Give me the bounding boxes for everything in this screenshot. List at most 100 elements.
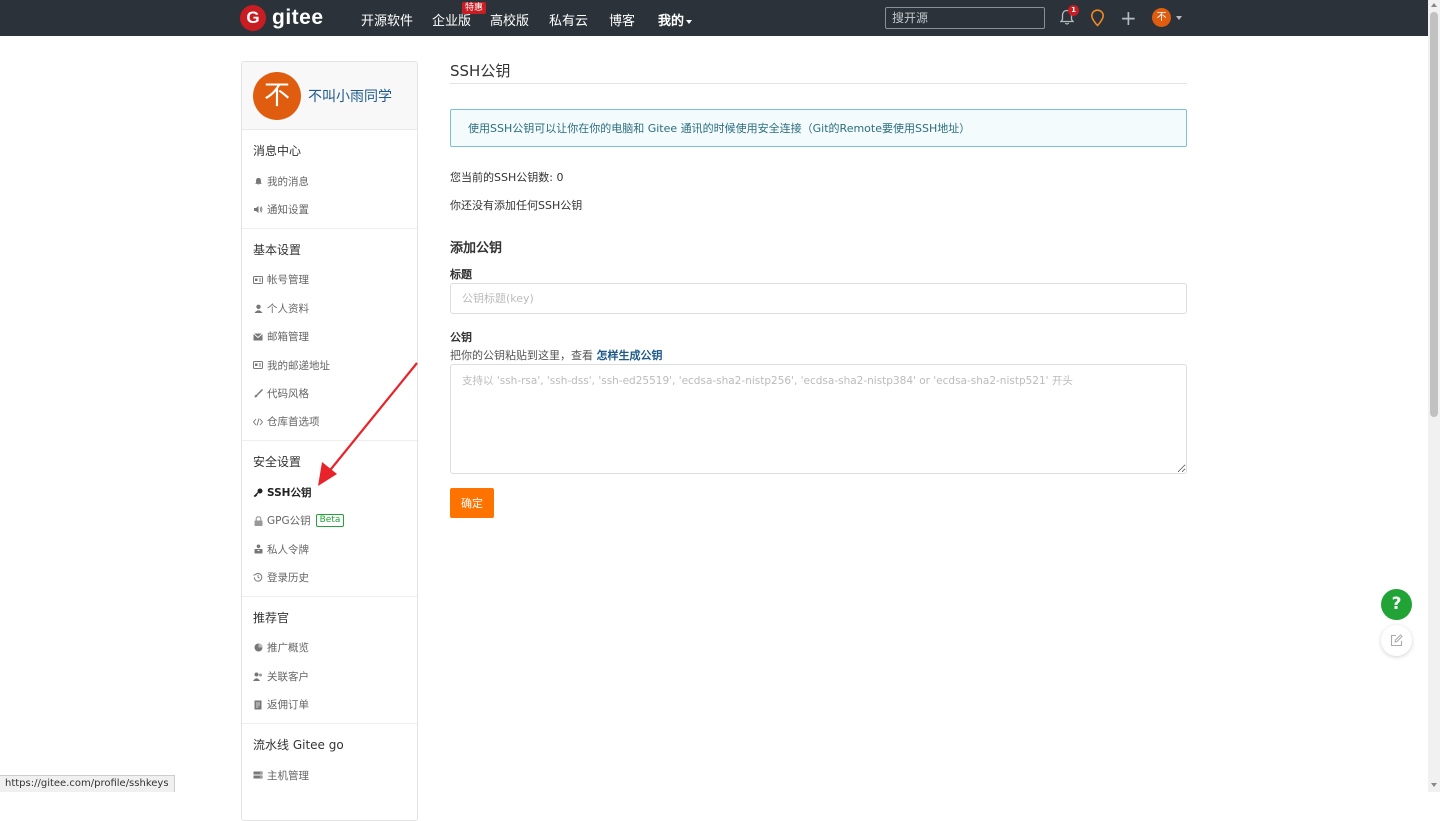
nav-mine-label: 我的 [658, 14, 685, 29]
submit-button[interactable]: 确定 [450, 488, 494, 518]
sidebar-item-profile[interactable]: 个人资料 [242, 294, 417, 322]
link-status-bar: https://gitee.com/profile/sshkeys [0, 775, 175, 792]
server-icon [253, 770, 263, 780]
key-icon [253, 487, 263, 497]
nav-education[interactable]: 高校版 [490, 10, 529, 29]
token-icon [253, 544, 263, 554]
scroll-down-arrow-icon[interactable] [1431, 783, 1437, 787]
title-label: 标题 [450, 268, 472, 281]
sidebar-item-label: 代码风格 [267, 388, 309, 401]
user-avatar[interactable]: 不 [1152, 8, 1171, 27]
location-pin-icon[interactable] [1090, 9, 1105, 27]
gitee-logo[interactable]: G gitee [240, 5, 324, 31]
sidebar-item-label: 我的消息 [267, 175, 309, 188]
sidebar-item-address[interactable]: 我的邮递地址 [242, 351, 417, 379]
sidebar-item-commission-orders[interactable]: 返佣订单 [242, 690, 417, 718]
nav-open-source[interactable]: 开源软件 [361, 10, 413, 29]
sidebar-item-label: SSH公钥 [267, 486, 312, 499]
lock-icon [253, 515, 263, 526]
sidebar-item-label: 个人资料 [267, 302, 309, 315]
sidebar-item-label: 邮箱管理 [267, 331, 309, 344]
info-text: 使用SSH公钥可以让你在你的电脑和 Gitee 通讯的时候使用安全连接（Git的… [468, 122, 971, 135]
chart-icon [253, 643, 263, 653]
info-box: 使用SSH公钥可以让你在你的电脑和 Gitee 通讯的时候使用安全连接（Git的… [450, 109, 1187, 147]
speaker-icon [253, 205, 263, 215]
sidebar-item-code-style[interactable]: 代码风格 [242, 379, 417, 407]
user-icon [253, 303, 263, 313]
sidebar-item-label: 我的邮递地址 [267, 359, 330, 372]
order-icon [253, 700, 263, 710]
sidebar-item-label: 帐号管理 [267, 274, 309, 287]
sidebar-group-title: 消息中心 [253, 144, 302, 158]
gitee-logo-text: gitee [272, 6, 324, 29]
address-card-icon [253, 360, 263, 370]
id-card-icon [253, 275, 263, 285]
how-to-generate-key-link[interactable]: 怎样生成公钥 [597, 349, 663, 362]
promo-badge: 特惠 [462, 2, 487, 14]
sidebar-item-my-messages[interactable]: 我的消息 [242, 167, 417, 195]
sidebar-item-linked-customers[interactable]: 关联客户 [242, 662, 417, 690]
sidebar-item-email[interactable]: 邮箱管理 [242, 323, 417, 351]
feedback-button[interactable] [1381, 625, 1412, 656]
sidebar-group-messages: 消息中心 我的消息 通知设置 [242, 130, 417, 229]
plus-icon[interactable]: + [1120, 8, 1137, 28]
sidebar-item-account[interactable]: 帐号管理 [242, 266, 417, 294]
help-button[interactable]: ? [1381, 589, 1412, 620]
key-title-input[interactable] [450, 283, 1187, 314]
sidebar-item-ssh-keys[interactable]: SSH公钥 [242, 478, 417, 506]
sidebar-item-label: 推广概览 [267, 642, 309, 655]
key-label: 公钥 [450, 331, 472, 344]
envelope-icon [253, 332, 263, 342]
sidebar-group-title: 安全设置 [253, 455, 302, 470]
scrollbar-thumb[interactable] [1430, 12, 1438, 417]
sidebar-item-label: 私人令牌 [267, 543, 309, 556]
sidebar-item-label: 关联客户 [267, 670, 309, 683]
nav-mine[interactable]: 我的 [658, 10, 693, 29]
main-content: SSH公钥 使用SSH公钥可以让你在你的电脑和 Gitee 通讯的时候使用安全连… [450, 60, 1187, 518]
sidebar-item-label: 通知设置 [267, 204, 309, 217]
page-title: SSH公钥 [450, 60, 1187, 84]
add-key-heading: 添加公钥 [450, 241, 503, 256]
brush-icon [253, 389, 263, 399]
top-navbar: G gitee 开源软件 企业版 特惠 高校版 私有云 博客 我的 1 + 不 [0, 0, 1440, 36]
history-icon [253, 572, 263, 583]
sidebar-group-security: 安全设置 SSH公钥 GPG公钥 Beta 私人令牌 登录历史 [242, 441, 417, 597]
sidebar-item-label: 登录历史 [267, 571, 309, 584]
sidebar-group-referral: 推荐官 推广概览 关联客户 返佣订单 [242, 597, 417, 724]
notification-count-badge: 1 [1068, 5, 1079, 16]
sidebar-group-title: 流水线 Gitee go [253, 737, 344, 752]
code-icon [253, 417, 263, 427]
nav-blog[interactable]: 博客 [609, 10, 635, 29]
sidebar-group-title: 基本设置 [253, 242, 302, 257]
sidebar-item-label: 仓库首选项 [267, 416, 320, 429]
avatar: 不 [253, 71, 301, 120]
chevron-down-icon [686, 19, 693, 24]
key-hint: 把你的公钥粘贴到这里，查看 怎样生成公钥 [450, 347, 663, 363]
profile-card[interactable]: 不 不叫小雨同学 [242, 62, 417, 130]
sidebar-group-title: 推荐官 [253, 610, 290, 625]
profile-name: 不叫小雨同学 [308, 88, 392, 105]
users-icon [253, 671, 263, 681]
settings-sidebar: 不 不叫小雨同学 消息中心 我的消息 通知设置 基本设置 帐号管理 个人资料 邮… [241, 61, 418, 821]
ssh-key-count: 您当前的SSH公钥数: 0 [450, 171, 564, 184]
sidebar-item-repo-preferences[interactable]: 仓库首选项 [242, 408, 417, 436]
sidebar-item-label: 主机管理 [267, 769, 309, 782]
sidebar-item-login-history[interactable]: 登录历史 [242, 563, 417, 591]
key-hint-text: 把你的公钥粘贴到这里，查看 [450, 349, 597, 362]
public-key-textarea[interactable] [450, 364, 1187, 474]
sidebar-item-host-management[interactable]: 主机管理 [242, 761, 417, 789]
sidebar-item-gpg-keys[interactable]: GPG公钥 Beta [242, 507, 417, 535]
sidebar-item-label: GPG公钥 [267, 515, 311, 528]
beta-badge: Beta [315, 514, 345, 528]
nav-private-cloud[interactable]: 私有云 [549, 10, 588, 29]
sidebar-item-private-tokens[interactable]: 私人令牌 [242, 535, 417, 563]
sidebar-item-label: 返佣订单 [267, 699, 309, 712]
page-scrollbar[interactable] [1428, 0, 1440, 792]
scroll-up-arrow-icon[interactable] [1431, 3, 1437, 7]
search-input[interactable] [885, 7, 1045, 29]
sidebar-item-promotion-overview[interactable]: 推广概览 [242, 634, 417, 662]
gitee-logo-icon: G [240, 5, 266, 31]
sidebar-item-notification-settings[interactable]: 通知设置 [242, 195, 417, 223]
chevron-down-icon[interactable] [1176, 16, 1182, 20]
sidebar-group-basic: 基本设置 帐号管理 个人资料 邮箱管理 我的邮递地址 代码风格 仓库首选项 [242, 229, 417, 442]
